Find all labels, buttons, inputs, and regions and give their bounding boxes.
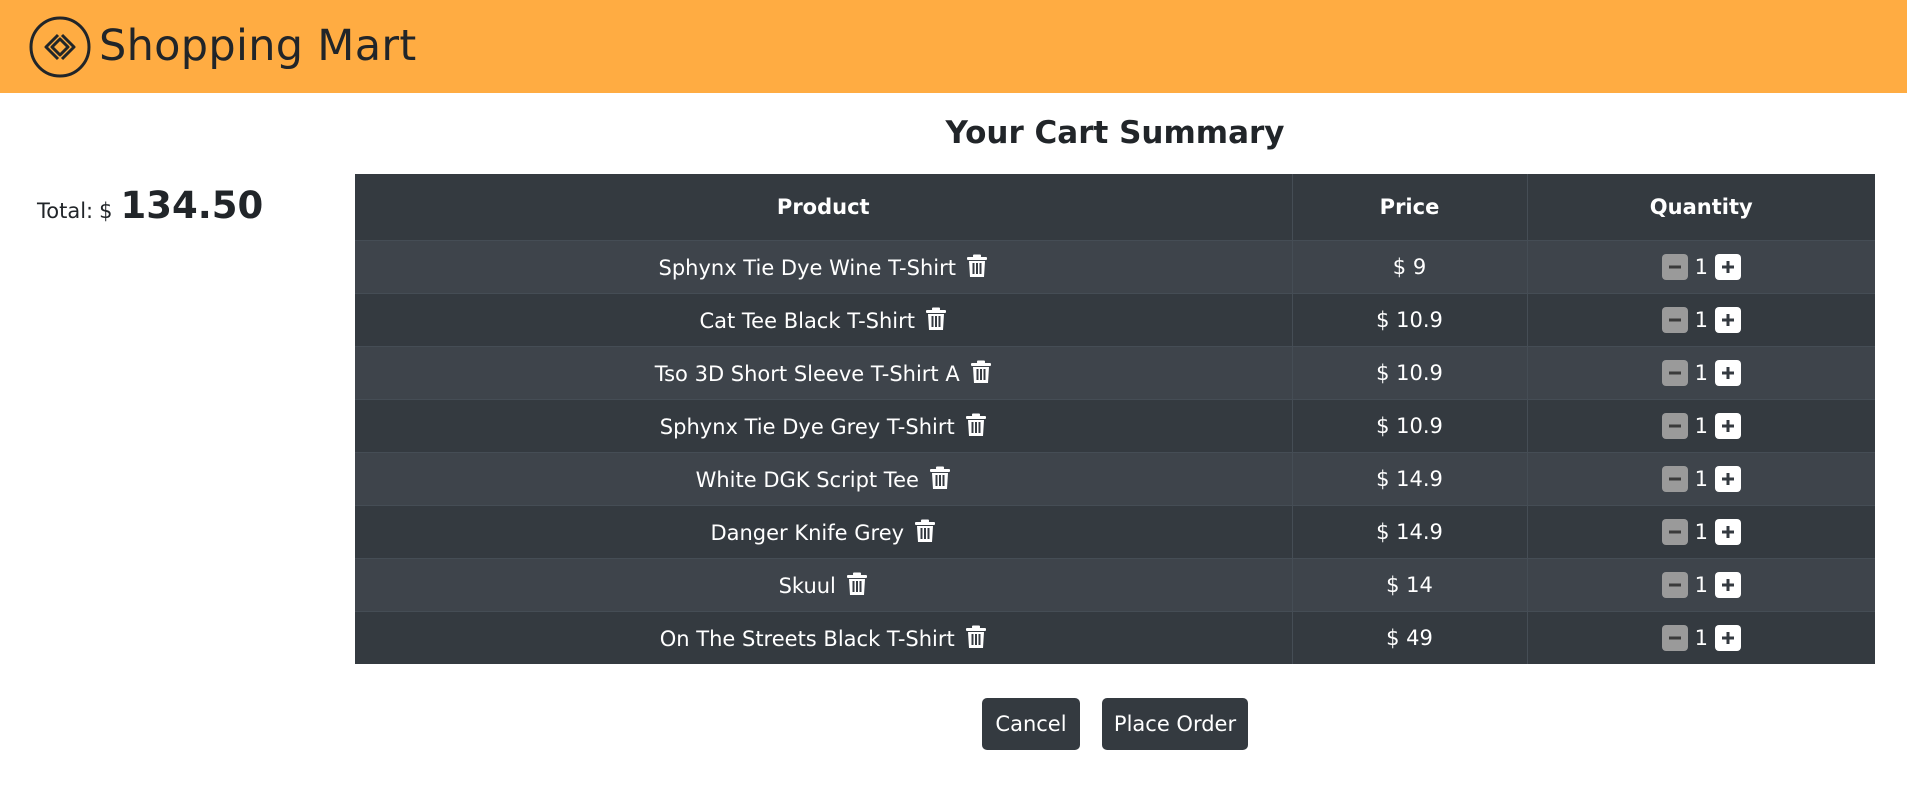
price-cell: $ 10.9	[1292, 292, 1528, 346]
table-row: Sphynx Tie Dye Wine T-Shirt $ 9 1	[355, 239, 1875, 293]
trash-icon[interactable]	[929, 466, 951, 490]
minus-icon[interactable]	[1661, 306, 1688, 333]
minus-icon[interactable]	[1661, 518, 1688, 545]
trash-icon[interactable]	[970, 360, 992, 384]
quantity-cell: 1	[1527, 398, 1875, 452]
quantity-stepper: 1	[1661, 624, 1741, 651]
price-cell: $ 14	[1292, 557, 1528, 611]
place-order-button[interactable]: Place Order	[1102, 698, 1248, 750]
quantity-cell: 1	[1527, 239, 1875, 293]
minus-icon[interactable]	[1661, 465, 1688, 492]
total-currency: $	[99, 199, 113, 223]
product-name: White DGK Script Tee	[695, 467, 919, 492]
product-cell: White DGK Script Tee	[355, 451, 1293, 505]
quantity-cell: 1	[1527, 345, 1875, 399]
column-header-quantity: Quantity	[1527, 174, 1875, 241]
navbar: Shopping Mart	[0, 0, 1907, 93]
minus-icon[interactable]	[1661, 359, 1688, 386]
trash-icon[interactable]	[965, 413, 987, 437]
cart-table: Product Price Quantity Sphynx Tie Dye Wi…	[355, 174, 1875, 664]
plus-icon[interactable]	[1714, 359, 1741, 386]
minus-icon[interactable]	[1661, 253, 1688, 280]
minus-icon[interactable]	[1661, 412, 1688, 439]
plus-icon[interactable]	[1714, 624, 1741, 651]
product-cell: Danger Knife Grey	[355, 504, 1293, 558]
cancel-button[interactable]: Cancel	[982, 698, 1080, 750]
quantity-value: 1	[1694, 519, 1708, 544]
quantity-cell: 1	[1527, 292, 1875, 346]
cart-body: Sphynx Tie Dye Wine T-Shirt $ 9 1 Cat Tee B…	[355, 239, 1875, 664]
plus-icon[interactable]	[1714, 253, 1741, 280]
quantity-value: 1	[1694, 307, 1708, 332]
quantity-cell: 1	[1527, 557, 1875, 611]
product-cell: Cat Tee Black T-Shirt	[355, 292, 1293, 346]
quantity-stepper: 1	[1661, 518, 1741, 545]
plus-icon[interactable]	[1714, 518, 1741, 545]
quantity-stepper: 1	[1661, 412, 1741, 439]
price-cell: $ 14.9	[1292, 451, 1528, 505]
trash-icon[interactable]	[846, 572, 868, 596]
plus-icon[interactable]	[1714, 306, 1741, 333]
quantity-value: 1	[1694, 572, 1708, 597]
table-row: Tso 3D Short Sleeve T-Shirt A $ 10.9 1	[355, 345, 1875, 399]
price-cell: $ 10.9	[1292, 345, 1528, 399]
total-value: 134.50	[120, 184, 264, 227]
trash-icon[interactable]	[925, 307, 947, 331]
plus-icon[interactable]	[1714, 465, 1741, 492]
quantity-value: 1	[1694, 625, 1708, 650]
product-cell: On The Streets Black T-Shirt	[355, 610, 1293, 664]
product-cell: Sphynx Tie Dye Grey T-Shirt	[355, 398, 1293, 452]
table-row: White DGK Script Tee $ 14.9 1	[355, 451, 1875, 505]
quantity-value: 1	[1694, 466, 1708, 491]
table-row: Skuul $ 14 1	[355, 557, 1875, 611]
product-name: Sphynx Tie Dye Wine T-Shirt	[658, 255, 956, 280]
brand-logo-icon[interactable]	[28, 15, 92, 79]
quantity-cell: 1	[1527, 504, 1875, 558]
table-header-row: Product Price Quantity	[355, 174, 1875, 241]
brand-name[interactable]: Shopping Mart	[99, 25, 417, 68]
product-name: Tso 3D Short Sleeve T-Shirt A	[654, 361, 960, 386]
quantity-stepper: 1	[1661, 571, 1741, 598]
price-cell: $ 9	[1292, 239, 1528, 293]
trash-icon[interactable]	[914, 519, 936, 543]
plus-icon[interactable]	[1714, 412, 1741, 439]
quantity-stepper: 1	[1661, 359, 1741, 386]
page-title: Your Cart Summary	[945, 115, 1285, 151]
quantity-value: 1	[1694, 413, 1708, 438]
minus-icon[interactable]	[1661, 624, 1688, 651]
column-header-price: Price	[1292, 174, 1528, 241]
trash-icon[interactable]	[965, 625, 987, 649]
table-row: Sphynx Tie Dye Grey T-Shirt $ 10.9 1	[355, 398, 1875, 452]
quantity-cell: 1	[1527, 610, 1875, 664]
product-cell: Skuul	[355, 557, 1293, 611]
product-name: Cat Tee Black T-Shirt	[699, 308, 916, 333]
product-cell: Tso 3D Short Sleeve T-Shirt A	[355, 345, 1293, 399]
column-header-product: Product	[355, 174, 1293, 241]
quantity-stepper: 1	[1661, 306, 1741, 333]
price-cell: $ 14.9	[1292, 504, 1528, 558]
quantity-stepper: 1	[1661, 253, 1741, 280]
quantity-stepper: 1	[1661, 465, 1741, 492]
cart-total: Total: $ 134.50	[37, 184, 263, 227]
plus-icon[interactable]	[1714, 571, 1741, 598]
product-cell: Sphynx Tie Dye Wine T-Shirt	[355, 239, 1293, 293]
table-row: Cat Tee Black T-Shirt $ 10.9 1	[355, 292, 1875, 346]
product-name: Danger Knife Grey	[710, 520, 905, 545]
quantity-cell: 1	[1527, 451, 1875, 505]
table-row: Danger Knife Grey $ 14.9 1	[355, 504, 1875, 558]
quantity-value: 1	[1694, 254, 1708, 279]
minus-icon[interactable]	[1661, 571, 1688, 598]
quantity-value: 1	[1694, 360, 1708, 385]
trash-icon[interactable]	[966, 254, 988, 278]
price-cell: $ 10.9	[1292, 398, 1528, 452]
total-label: Total:	[37, 199, 94, 223]
product-name: Sphynx Tie Dye Grey T-Shirt	[659, 414, 955, 439]
product-name: Skuul	[778, 573, 836, 598]
table-row: On The Streets Black T-Shirt $ 49 1	[355, 610, 1875, 664]
product-name: On The Streets Black T-Shirt	[659, 626, 955, 651]
price-cell: $ 49	[1292, 610, 1528, 664]
